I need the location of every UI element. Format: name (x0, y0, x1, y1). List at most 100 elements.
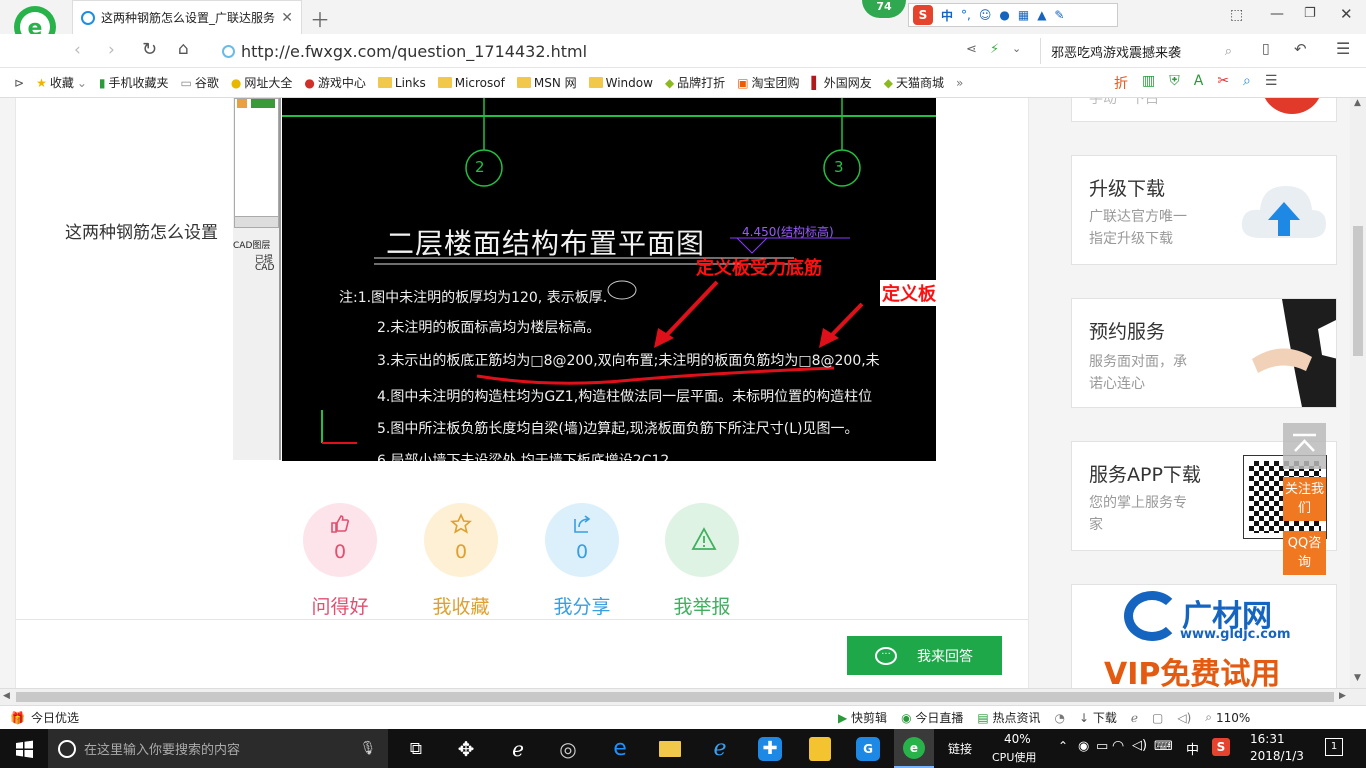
tray-app-icon[interactable]: ◉ (1078, 739, 1089, 754)
sidebar-card-partial[interactable]: 手动一下白 (1071, 98, 1337, 122)
search-box[interactable]: 邪恶吃鸡游戏震撼来袭 ⌕ (1040, 38, 1240, 64)
bookmark-item[interactable]: ◆ 天猫商城 (884, 74, 944, 91)
home-icon[interactable]: ⌂ (178, 39, 189, 59)
tab-active[interactable]: 这两种钢筋怎么设置_广联达服务 ✕ (72, 0, 302, 34)
scissors-icon[interactable]: ✂ (1217, 73, 1229, 93)
file-explorer-icon[interactable] (654, 733, 686, 765)
g-app-icon[interactable]: G (852, 733, 884, 765)
back-to-top-button[interactable] (1283, 423, 1326, 469)
stat-report[interactable] (665, 503, 739, 577)
share-icon[interactable]: ⋖ (966, 42, 977, 57)
ie-icon[interactable]: ℯ (704, 733, 736, 765)
bookmark-item[interactable]: ▮ 手机收藏夹 (99, 74, 169, 91)
back-icon[interactable]: ‹ (74, 40, 81, 60)
stat-share[interactable]: 0 (545, 503, 619, 577)
bookmark-item[interactable]: ◆ 品牌打折 (665, 74, 725, 91)
edge-icon[interactable]: e (604, 733, 636, 765)
cad-scrollbar[interactable] (234, 216, 279, 228)
stat-good-question[interactable]: 0 (303, 503, 377, 577)
toolbar-menu-icon[interactable]: ☰ (1265, 73, 1278, 93)
scroll-thumb[interactable] (1353, 226, 1363, 356)
bookmark-item[interactable]: MSN 网 (516, 74, 577, 91)
status-item-download[interactable]: ↓ 下载 (1079, 709, 1117, 726)
sidebar-card-upgrade[interactable]: 升级下载 广联达官方唯一 指定升级下载 (1071, 155, 1337, 265)
status-item-live[interactable]: ◉ 今日直播 (901, 709, 963, 726)
bookmark-item[interactable]: ● 游戏中心 (304, 74, 366, 91)
notification-center-icon[interactable]: 1 (1325, 738, 1343, 756)
active-browser-task[interactable]: e (894, 729, 934, 768)
close-tab-icon[interactable]: ✕ (281, 10, 293, 26)
wifi-icon[interactable]: ◠ (1112, 738, 1124, 754)
sidebar-toggle-icon[interactable]: ⊳ (14, 76, 24, 90)
ime-indicator[interactable]: 中 (1186, 739, 1199, 758)
minimize-button[interactable]: — (1270, 6, 1284, 22)
ime-toolbar[interactable]: S 中 °, ☺ ● ▦ ▲ ✎ (908, 3, 1118, 27)
bookmark-item[interactable]: Microsof (437, 76, 505, 90)
zoom-level[interactable]: 110% (1216, 711, 1250, 725)
zoom-search-icon[interactable]: ⌕ (1243, 73, 1251, 93)
address-bar[interactable]: http://e.fwxgx.com/question_1714432.html (222, 38, 1032, 64)
mobile-icon[interactable]: ▯ (1262, 41, 1270, 57)
battery-icon[interactable]: ▭ (1096, 739, 1108, 754)
follow-us-button[interactable]: 关注我们 (1283, 477, 1326, 521)
volume-icon[interactable]: ◁) (1177, 711, 1191, 725)
translate-icon[interactable]: A (1194, 73, 1204, 93)
bookmark-item[interactable]: Window (588, 76, 653, 90)
reader-icon[interactable]: ▥ (1142, 73, 1155, 93)
search-icon[interactable]: ⌕ (1225, 44, 1232, 59)
answer-button[interactable]: ··· 我来回答 (847, 636, 1002, 675)
shield-icon[interactable]: ⛨ (1169, 73, 1180, 93)
scroll-left-icon[interactable]: ◀ (3, 691, 10, 701)
status-item-clip[interactable]: ▶ 快剪辑 (838, 709, 887, 726)
bookmark-item[interactable]: Links (377, 76, 426, 90)
lightning-icon[interactable]: ⚡ (990, 42, 999, 57)
score-badge[interactable]: 74 (862, 0, 906, 18)
shirt-icon[interactable]: ⬚ (1230, 7, 1243, 23)
sidebar-card-booking[interactable]: 预约服务 服务面对面，承 诺心连心 (1071, 298, 1337, 408)
stat-favorite[interactable]: 0 (424, 503, 498, 577)
bookmark-item[interactable]: ● 网址大全 (231, 74, 293, 91)
more-bookmarks-icon[interactable]: » (956, 76, 963, 90)
windows-start-icon[interactable] (8, 733, 40, 765)
taskbar-search[interactable]: 在这里输入你要搜索的内容 🎙 (48, 729, 388, 768)
ie-mode-icon[interactable]: ℯ (1131, 711, 1138, 725)
menu-icon[interactable]: ☰ (1336, 39, 1350, 58)
bookmark-item[interactable]: ▭ 谷歌 (181, 74, 219, 91)
sogou-tray-icon[interactable]: S (1212, 738, 1230, 756)
bookmark-item[interactable]: ▌ 外国网友 (812, 74, 872, 91)
vertical-scrollbar[interactable]: ▲ ▼ (1350, 98, 1366, 688)
close-button[interactable]: ✕ (1340, 5, 1353, 23)
forward-icon[interactable]: › (108, 40, 115, 60)
hscroll-thumb[interactable] (16, 692, 1334, 702)
new-tab-button[interactable]: ＋ (310, 4, 330, 33)
links-toolbar[interactable]: 链接 (948, 740, 972, 757)
plus-app-icon[interactable]: ✚ (754, 733, 786, 765)
window-icon[interactable]: ▢ (1152, 711, 1163, 725)
discount-icon[interactable]: 折 (1114, 73, 1128, 93)
scroll-up-icon[interactable]: ▲ (1354, 98, 1361, 108)
volume-tray-icon[interactable]: ◁) (1132, 738, 1147, 753)
scroll-down-icon[interactable]: ▼ (1354, 673, 1361, 683)
tray-expand-icon[interactable]: ⌃ (1058, 739, 1068, 753)
notes-app-icon[interactable] (804, 733, 836, 765)
cad-layer-item[interactable]: CAD (255, 263, 274, 273)
refresh-icon[interactable]: ↻ (142, 39, 157, 60)
speed-icon[interactable]: ◔ (1055, 711, 1065, 725)
browser-e-icon[interactable]: ℯ (502, 733, 534, 765)
pinwheel-app-icon[interactable]: ✥ (450, 733, 482, 765)
undo-icon[interactable]: ↶ (1294, 40, 1307, 58)
scroll-right-icon[interactable]: ▶ (1339, 691, 1346, 701)
task-view-icon[interactable]: ⧉ (400, 733, 432, 765)
maximize-button[interactable]: ❐ (1304, 6, 1316, 21)
dropdown-icon[interactable]: ⌄ (1012, 42, 1021, 55)
clock-date[interactable]: 2018/1/3 (1250, 749, 1304, 763)
status-left[interactable]: 今日优选 (31, 709, 79, 726)
horizontal-scrollbar[interactable]: ◀ ▶ (0, 688, 1366, 705)
touch-keyboard-icon[interactable]: ⌨ (1154, 739, 1173, 754)
qq-consult-button[interactable]: QQ咨询 (1283, 531, 1326, 575)
spiral-app-icon[interactable]: ◎ (552, 733, 584, 765)
bookmark-item[interactable]: ▣ 淘宝团购 (737, 74, 799, 91)
sidebar-ad-gldjc[interactable]: 广材网 www.gldjc.com VIP免费试用 (1071, 584, 1337, 688)
status-item-news[interactable]: ▤ 热点资讯 (977, 709, 1040, 726)
bookmark-item[interactable]: ★ 收藏 ⌄ (36, 74, 87, 91)
